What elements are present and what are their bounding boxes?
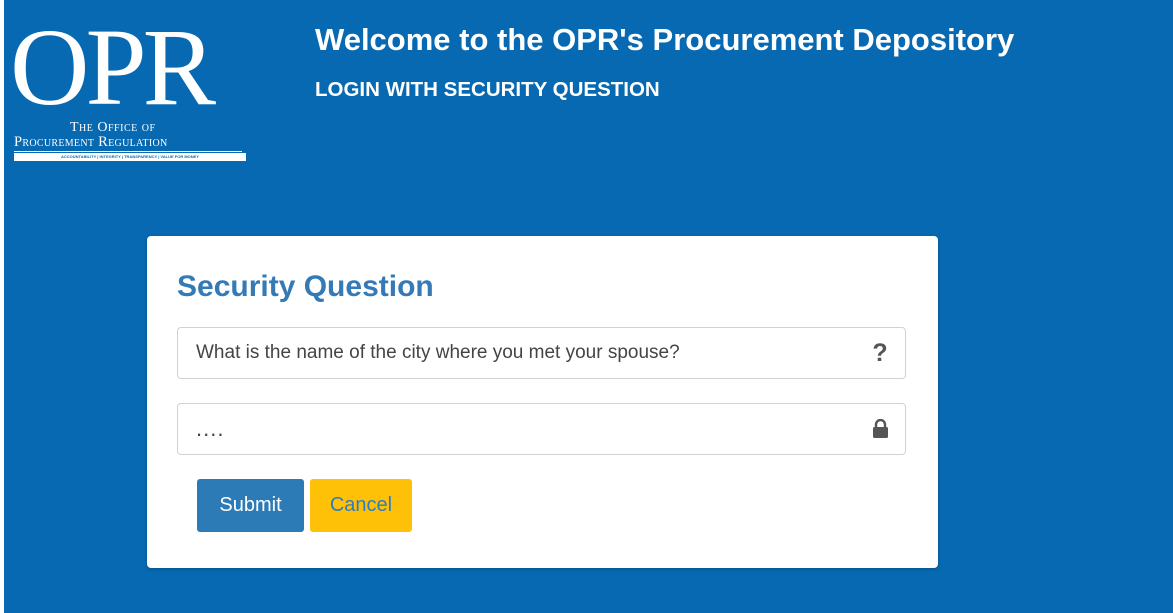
header-banner: OPR The Office of Procurement Regulation… — [4, 0, 1173, 613]
opr-logo: OPR The Office of Procurement Regulation… — [10, 12, 250, 166]
page: OPR The Office of Procurement Regulation… — [0, 0, 1173, 613]
page-title: Welcome to the OPR's Procurement Deposit… — [315, 22, 1015, 57]
security-answer-input[interactable] — [178, 404, 858, 454]
security-question-field: ? — [177, 327, 906, 379]
page-subtitle: LOGIN WITH SECURITY QUESTION — [315, 78, 660, 101]
card-title: Security Question — [177, 270, 434, 303]
logo-letters: OPR — [10, 6, 216, 128]
logo-divider — [14, 151, 242, 152]
cancel-button[interactable]: Cancel — [310, 479, 412, 532]
security-question-input[interactable] — [178, 328, 858, 378]
security-answer-field — [177, 403, 906, 455]
submit-button[interactable]: Submit — [197, 479, 304, 532]
logo-line2: Procurement Regulation — [14, 134, 168, 150]
logo-tagline: ACCOUNTABILITY | INTEGRITY | TRANSPARENC… — [14, 153, 246, 161]
question-mark-icon: ? — [872, 338, 888, 367]
lock-icon — [869, 416, 891, 442]
security-question-card: Security Question ? Submit Cancel — [147, 236, 938, 568]
